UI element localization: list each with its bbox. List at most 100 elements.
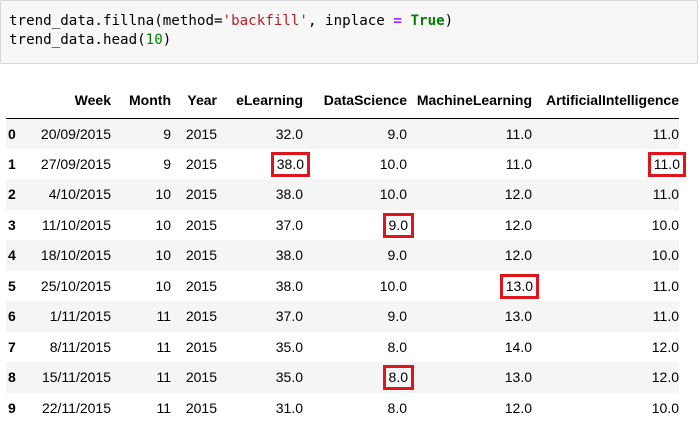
cell-value: 10 bbox=[155, 186, 171, 203]
row-index: 3 bbox=[8, 216, 16, 233]
cell-value: 11.0 bbox=[652, 186, 679, 203]
cell-value: 10 bbox=[155, 247, 171, 264]
highlight-box: 11.0 bbox=[647, 151, 686, 177]
code-line: trend_data.head(10) bbox=[9, 31, 689, 50]
row-index: 6 bbox=[8, 308, 16, 325]
cell-artificialintelligence: 11.0 bbox=[532, 149, 686, 180]
cell-elearning: 38.0 bbox=[217, 149, 310, 180]
table-header-row: Week Month Year eLearning DataScience Machine… bbox=[6, 83, 679, 119]
cell-week: 22/11/2015 bbox=[34, 393, 113, 424]
cell-month: 9 bbox=[113, 118, 171, 149]
cell-value: 12.0 bbox=[504, 186, 532, 203]
cell-year: 2015 bbox=[171, 393, 217, 424]
cell-value: 12.0 bbox=[651, 369, 679, 386]
cell-month: 10 bbox=[113, 210, 171, 241]
row-index: 7 bbox=[8, 338, 16, 355]
cell-year: 2015 bbox=[171, 118, 217, 149]
cell-value: 11 bbox=[156, 308, 171, 325]
cell-machinelearning: 11.0 bbox=[407, 149, 532, 180]
cell-value: 8.0 bbox=[387, 338, 407, 355]
cell-value: 25/10/2015 bbox=[40, 277, 111, 294]
row-index: 5 bbox=[8, 277, 16, 294]
code-token: ) bbox=[162, 32, 172, 48]
cell-value: 11.0 bbox=[652, 308, 679, 325]
cell-week: 11/10/2015 bbox=[34, 210, 113, 241]
cell-elearning: 38.0 bbox=[217, 240, 303, 271]
cell-elearning: 31.0 bbox=[217, 393, 303, 424]
cell-year: 2015 bbox=[171, 332, 217, 363]
cell-month: 11 bbox=[113, 362, 171, 393]
column-header-year: Year bbox=[171, 83, 217, 119]
cell-month: 9 bbox=[113, 149, 171, 180]
cell-artificialintelligence: 10.0 bbox=[532, 393, 679, 424]
cell-value: 2015 bbox=[185, 125, 217, 142]
table-row: 5 25/10/2015 10 2015 38.0 10.0 13.0 11.0 bbox=[6, 270, 679, 302]
cell-artificialintelligence: 11.0 bbox=[532, 179, 679, 210]
cell-machinelearning: 11.0 bbox=[407, 118, 532, 149]
cell-value: 13.0 bbox=[504, 308, 532, 325]
cell-value: 31.0 bbox=[275, 399, 303, 416]
cell-value: 10.0 bbox=[379, 155, 407, 172]
cell-value: 37.0 bbox=[275, 216, 303, 233]
cell-machinelearning: 12.0 bbox=[407, 240, 532, 271]
cell-datascience: 9.0 bbox=[303, 301, 407, 332]
cell-value: 2015 bbox=[185, 399, 217, 416]
cell-value: 11.0 bbox=[652, 125, 679, 142]
cell-value: 8.0 bbox=[387, 399, 407, 416]
cell-value: 10.0 bbox=[651, 399, 679, 416]
cell-year: 2015 bbox=[171, 240, 217, 271]
dataframe-table: Week Month Year eLearning DataScience Machine… bbox=[6, 83, 686, 424]
cell-datascience: 8.0 bbox=[303, 362, 414, 393]
cell-month: 11 bbox=[113, 332, 171, 363]
cell-value: 9.0 bbox=[387, 247, 407, 264]
cell-value: 32.0 bbox=[275, 125, 303, 142]
cell-machinelearning: 12.0 bbox=[407, 393, 532, 424]
cell-machinelearning: 14.0 bbox=[407, 332, 532, 363]
cell-value: 11.0 bbox=[652, 277, 679, 294]
cell-value: 11 bbox=[156, 369, 171, 386]
table-row: 0 20/09/2015 9 2015 32.0 9.0 11.0 11.0 bbox=[6, 118, 679, 149]
cell-value: 11.0 bbox=[505, 155, 532, 172]
cell-artificialintelligence: 11.0 bbox=[532, 301, 679, 332]
cell-value: 2015 bbox=[185, 155, 217, 172]
cell-artificialintelligence: 10.0 bbox=[532, 210, 679, 241]
table-row: 1 27/09/2015 9 2015 38.0 10.0 11.0 11.0 bbox=[6, 148, 686, 180]
code-token: True bbox=[410, 13, 445, 29]
cell-value: 20/09/2015 bbox=[40, 125, 111, 142]
cell-week: 25/10/2015 bbox=[34, 271, 113, 302]
cell-value: 15/11/2015 bbox=[41, 369, 111, 386]
cell-elearning: 38.0 bbox=[217, 271, 303, 302]
cell-week: 18/10/2015 bbox=[34, 240, 113, 271]
highlight-box: 8.0 bbox=[382, 365, 414, 391]
cell-value: 2015 bbox=[185, 277, 217, 294]
table-row: 9 22/11/2015 11 2015 31.0 8.0 12.0 10.0 bbox=[6, 392, 679, 424]
cell-value: 38.0 bbox=[275, 247, 303, 264]
cell-artificialintelligence: 12.0 bbox=[532, 332, 679, 363]
cell-machinelearning: 12.0 bbox=[407, 179, 532, 210]
code-cell[interactable]: trend_data.fillna(method='backfill', inp… bbox=[0, 0, 698, 64]
cell-datascience: 8.0 bbox=[303, 332, 407, 363]
cell-value: 2015 bbox=[185, 216, 217, 233]
table-row: 3 11/10/2015 10 2015 37.0 9.0 12.0 10.0 bbox=[6, 209, 679, 241]
code-token: = bbox=[393, 13, 402, 29]
table-row: 6 1/11/2015 11 2015 37.0 9.0 13.0 11.0 bbox=[6, 301, 679, 332]
cell-value: 12.0 bbox=[504, 399, 532, 416]
cell-value: 38.0 bbox=[275, 277, 303, 294]
row-index: 2 bbox=[8, 186, 16, 203]
column-header-datascience: DataScience bbox=[303, 83, 407, 119]
column-header-elearning: eLearning bbox=[217, 83, 303, 119]
cell-year: 2015 bbox=[171, 179, 217, 210]
cell-value: 11 bbox=[156, 338, 171, 355]
code-token: , inplace bbox=[307, 13, 394, 29]
cell-value: 4/10/2015 bbox=[48, 186, 111, 203]
column-header-index bbox=[6, 83, 34, 119]
cell-week: 27/09/2015 bbox=[34, 149, 113, 180]
cell-value: 2015 bbox=[185, 247, 217, 264]
row-index: 9 bbox=[8, 399, 16, 416]
cell-value: 10.0 bbox=[651, 216, 679, 233]
cell-value: 10.0 bbox=[379, 186, 407, 203]
table-row: 4 18/10/2015 10 2015 38.0 9.0 12.0 10.0 bbox=[6, 240, 679, 271]
cell-year: 2015 bbox=[171, 210, 217, 241]
cell-week: 15/11/2015 bbox=[34, 362, 113, 393]
cell-week: 1/11/2015 bbox=[34, 301, 113, 332]
